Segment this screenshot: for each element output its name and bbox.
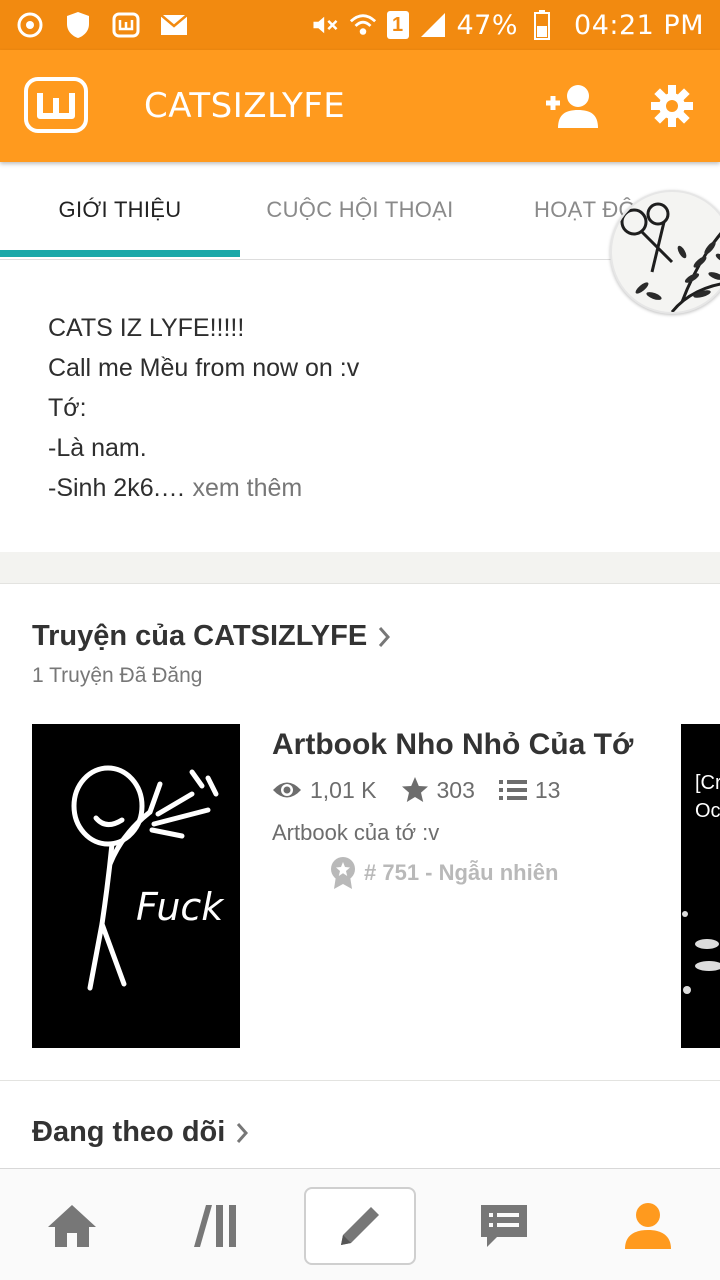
story-stats: 1,01 K 303 13	[272, 776, 560, 804]
about-line: -Sinh 2k6.… xem thêm	[48, 468, 608, 508]
wattpad-icon	[112, 11, 140, 39]
story-title[interactable]: Artbook Nho Nhỏ Của Tớ	[272, 728, 633, 762]
story-rank: # 751 - Ngẫu nhiên	[330, 856, 558, 890]
following-section-label: Đang theo dõi	[32, 1116, 226, 1148]
tab-conversations[interactable]: CUỘC HỘI THOẠI	[240, 162, 480, 258]
chrome-icon	[16, 11, 44, 39]
about-line: Tớ:	[48, 394, 87, 422]
story-description: Artbook của tớ :v	[272, 820, 440, 845]
mail-icon	[160, 11, 188, 39]
see-more-link[interactable]: xem thêm	[186, 474, 303, 502]
mute-icon	[311, 11, 339, 39]
section-divider	[0, 552, 720, 584]
settings-button[interactable]	[644, 78, 700, 134]
home-icon	[48, 1205, 96, 1247]
gear-icon	[651, 85, 693, 127]
section-divider	[0, 1080, 720, 1081]
cover-text: Fuck	[136, 885, 225, 929]
stories-count: 1 Truyện Đã Đăng	[32, 664, 203, 687]
about-line-text: -Sinh 2k6.…	[48, 474, 186, 502]
avatar[interactable]	[610, 190, 720, 314]
messages-icon	[481, 1205, 527, 1247]
following-section-title[interactable]: Đang theo dõi	[32, 1116, 249, 1149]
votes-count: 303	[436, 776, 475, 803]
app-bar: CATSIZLYFE	[0, 50, 720, 162]
status-bar: 1 47% 04:21 PM	[0, 0, 720, 50]
nav-library-button[interactable]	[160, 1187, 272, 1265]
page-title: CATSIZLYFE	[144, 86, 346, 126]
parts-count: 13	[534, 776, 561, 803]
about-line: -Là nam.	[48, 434, 147, 462]
sim-badge: 1	[386, 11, 409, 39]
write-icon	[341, 1207, 379, 1245]
rank-text: # 751 - Ngẫu nhiên	[364, 860, 559, 885]
views-count: 1,01 K	[310, 776, 377, 803]
tab-about[interactable]: GIỚI THIỆU	[0, 162, 240, 258]
about-line: Call me Mều from now on :v	[48, 354, 360, 382]
star-icon	[401, 777, 428, 802]
chevron-right-icon	[237, 1122, 249, 1143]
nav-messages-button[interactable]	[448, 1187, 560, 1265]
plant-drawing-avatar-image	[620, 202, 720, 312]
parts-stat: 13	[498, 776, 561, 804]
views-stat: 1,01 K	[272, 777, 377, 804]
next-story-cover[interactable]: [Cr Oc	[681, 724, 720, 1048]
active-tab-indicator	[0, 250, 240, 257]
nav-home-button[interactable]	[16, 1187, 128, 1265]
chevron-right-icon	[379, 626, 391, 647]
follow-user-button[interactable]	[540, 78, 604, 134]
wattpad-logo-icon[interactable]	[24, 77, 88, 133]
nav-profile-button[interactable]	[592, 1187, 704, 1265]
next-cover-art	[682, 911, 720, 994]
list-icon	[498, 780, 527, 800]
clock: 04:21 PM	[574, 9, 704, 41]
rank-badge-icon	[331, 857, 355, 889]
library-icon	[194, 1205, 236, 1247]
nav-write-button[interactable]	[304, 1187, 416, 1265]
shield-icon	[64, 11, 92, 39]
about-line: CATS IZ LYFE!!!!!	[48, 314, 245, 342]
battery-icon	[528, 10, 556, 40]
story-cover[interactable]: Fuck	[32, 724, 240, 1048]
about-text: CATS IZ LYFE!!!!! Call me Mều from now o…	[48, 308, 608, 508]
votes-stat: 303	[401, 776, 475, 804]
bottom-navigation	[0, 1168, 720, 1280]
eye-icon	[273, 782, 301, 798]
stories-section-title[interactable]: Truyện của CATSIZLYFE	[32, 620, 391, 653]
profile-icon	[625, 1203, 671, 1249]
add-user-icon	[546, 85, 598, 128]
stick-figure-cover-image: Fuck	[71, 765, 225, 991]
stories-section-label: Truyện của CATSIZLYFE	[32, 620, 368, 652]
wifi-icon	[349, 11, 377, 39]
signal-icon	[419, 11, 447, 39]
battery-percent: 47%	[456, 9, 519, 41]
